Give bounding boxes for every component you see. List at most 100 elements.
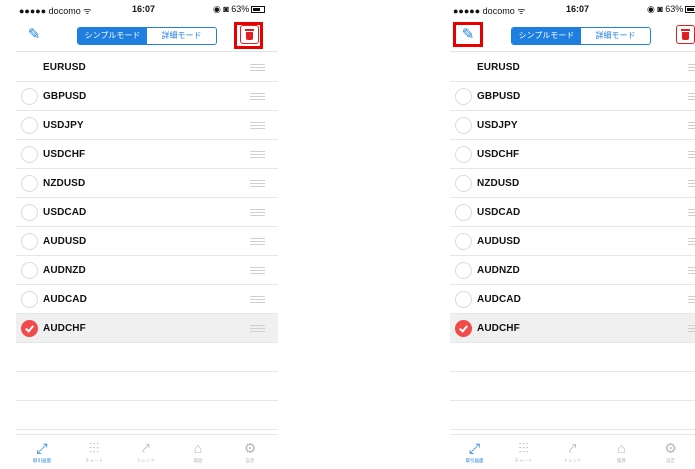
list-item[interactable]: AUDUSD [16, 227, 278, 256]
drag-handle-icon[interactable] [250, 151, 265, 158]
tab-gear[interactable]: ⚙ 設定 [224, 435, 276, 469]
checked-radio[interactable] [455, 320, 472, 337]
trash-icon [681, 29, 690, 40]
edit-button[interactable]: ✎ [22, 24, 46, 46]
drag-handle-icon[interactable] [250, 122, 265, 129]
tab-gear[interactable]: ⚙ 設定 [646, 435, 695, 469]
list-item[interactable]: NZDUSD [450, 169, 695, 198]
tab-trend[interactable]: ⤤ トレンド [120, 435, 172, 469]
list-item[interactable]: AUDCHF [450, 314, 695, 343]
nav-bar: ✎ シンプルモード 詳細モード [450, 18, 695, 52]
select-radio[interactable] [455, 88, 472, 105]
select-radio[interactable] [455, 204, 472, 221]
mode-segmented-control: シンプルモード 詳細モード [511, 27, 651, 45]
list-item[interactable]: USDJPY [450, 111, 695, 140]
symbol-label: AUDCHF [43, 323, 86, 334]
select-radio[interactable] [21, 233, 38, 250]
pencil-icon: ✎ [27, 26, 41, 43]
symbol-label: EURUSD [43, 62, 86, 73]
tab-trend[interactable]: ⤤ トレンド [548, 435, 597, 469]
mode-segmented-control: シンプルモード 詳細モード [77, 27, 217, 45]
select-radio[interactable] [455, 117, 472, 134]
symbol-label: AUDCAD [43, 294, 87, 305]
select-radio[interactable] [21, 146, 38, 163]
drag-handle-icon[interactable] [688, 93, 695, 100]
list-item[interactable]: USDCAD [450, 198, 695, 227]
select-radio[interactable] [455, 175, 472, 192]
inbox-icon: ⌂ [193, 440, 203, 456]
select-radio[interactable] [455, 233, 472, 250]
tab-trade-arrows[interactable]: ⤢ 取引画面 [450, 435, 499, 469]
battery-icon [685, 6, 695, 13]
drag-handle-icon[interactable] [250, 267, 265, 274]
drag-handle-icon[interactable] [688, 180, 695, 187]
checked-radio[interactable] [21, 320, 38, 337]
simple-mode-tab[interactable]: シンプルモード [78, 28, 147, 44]
tab-inbox[interactable]: ⌂ 履歴 [597, 435, 646, 469]
drag-handle-icon[interactable] [688, 238, 695, 245]
drag-handle-icon[interactable] [688, 325, 695, 332]
drag-handle-icon[interactable] [688, 64, 695, 71]
symbol-label: GBPUSD [43, 91, 87, 102]
list-item[interactable]: USDCHF [450, 140, 695, 169]
drag-handle-icon[interactable] [250, 238, 265, 245]
nav-bar: ✎ シンプルモード 詳細モード [16, 18, 278, 52]
tab-label: 設定 [665, 458, 675, 464]
drag-handle-icon[interactable] [688, 151, 695, 158]
symbol-label: USDCAD [477, 207, 521, 218]
tab-candlestick[interactable]: ⫶⫶⫶ チャート [68, 435, 120, 469]
list-item[interactable]: EURUSD [16, 53, 278, 82]
select-radio[interactable] [21, 175, 38, 192]
select-radio[interactable] [455, 262, 472, 279]
tab-label: 設定 [245, 458, 255, 464]
list-item[interactable]: AUDUSD [450, 227, 695, 256]
drag-handle-icon[interactable] [250, 325, 265, 332]
drag-handle-icon[interactable] [250, 180, 265, 187]
select-radio[interactable] [21, 204, 38, 221]
select-radio[interactable] [21, 291, 38, 308]
list-item[interactable]: GBPUSD [450, 82, 695, 111]
drag-handle-icon[interactable] [250, 209, 265, 216]
select-radio[interactable] [21, 117, 38, 134]
list-item[interactable]: AUDCHF [16, 314, 278, 343]
select-radio[interactable] [21, 262, 38, 279]
list-item[interactable]: USDCAD [16, 198, 278, 227]
select-radio[interactable] [455, 146, 472, 163]
battery-icon [251, 6, 266, 13]
tab-trade-arrows[interactable]: ⤢ 取引画面 [16, 435, 68, 469]
tab-candlestick[interactable]: ⫶⫶⫶ チャート [499, 435, 548, 469]
simple-mode-tab[interactable]: シンプルモード [512, 28, 581, 44]
check-icon [459, 323, 468, 333]
list-item[interactable]: AUDCAD [16, 285, 278, 314]
tab-bar: ⤢ 取引画面 ⫶⫶⫶ チャート ⤤ トレンド ⌂ 履歴 ⚙ 設定 [16, 434, 278, 469]
battery-status: ◉ ◙ 63% [213, 4, 266, 15]
detail-mode-tab[interactable]: 詳細モード [147, 28, 216, 44]
drag-handle-icon[interactable] [688, 122, 695, 129]
list-item[interactable]: AUDNZD [16, 256, 278, 285]
list-item[interactable]: AUDCAD [450, 285, 695, 314]
tab-inbox[interactable]: ⌂ 履歴 [172, 435, 224, 469]
delete-button[interactable] [240, 25, 259, 44]
drag-handle-icon[interactable] [250, 93, 265, 100]
delete-button[interactable] [676, 25, 695, 44]
carrier-label: ●●●●● docomo ᯤ [19, 6, 92, 16]
list-item[interactable]: NZDUSD [16, 169, 278, 198]
symbol-list: EURUSD GBPUSD USDJPY USDCHF NZDUSD USDCAD AUDU… [450, 53, 695, 430]
drag-handle-icon[interactable] [688, 296, 695, 303]
symbol-label: USDJPY [43, 120, 84, 131]
drag-handle-icon[interactable] [250, 64, 265, 71]
select-radio[interactable] [455, 291, 472, 308]
list-item[interactable]: GBPUSD [16, 82, 278, 111]
list-item[interactable]: USDJPY [16, 111, 278, 140]
select-radio[interactable] [21, 88, 38, 105]
status-bar: ●●●●● docomo ᯤ 16:07 ◉ ◙ 63% [450, 0, 695, 18]
drag-handle-icon[interactable] [688, 209, 695, 216]
edit-button[interactable]: ✎ [456, 24, 480, 46]
list-item[interactable]: USDCHF [16, 140, 278, 169]
detail-mode-tab[interactable]: 詳細モード [581, 28, 650, 44]
drag-handle-icon[interactable] [250, 296, 265, 303]
drag-handle-icon[interactable] [688, 267, 695, 274]
symbol-label: GBPUSD [477, 91, 521, 102]
list-item[interactable]: AUDNZD [450, 256, 695, 285]
list-item[interactable]: EURUSD [450, 53, 695, 82]
